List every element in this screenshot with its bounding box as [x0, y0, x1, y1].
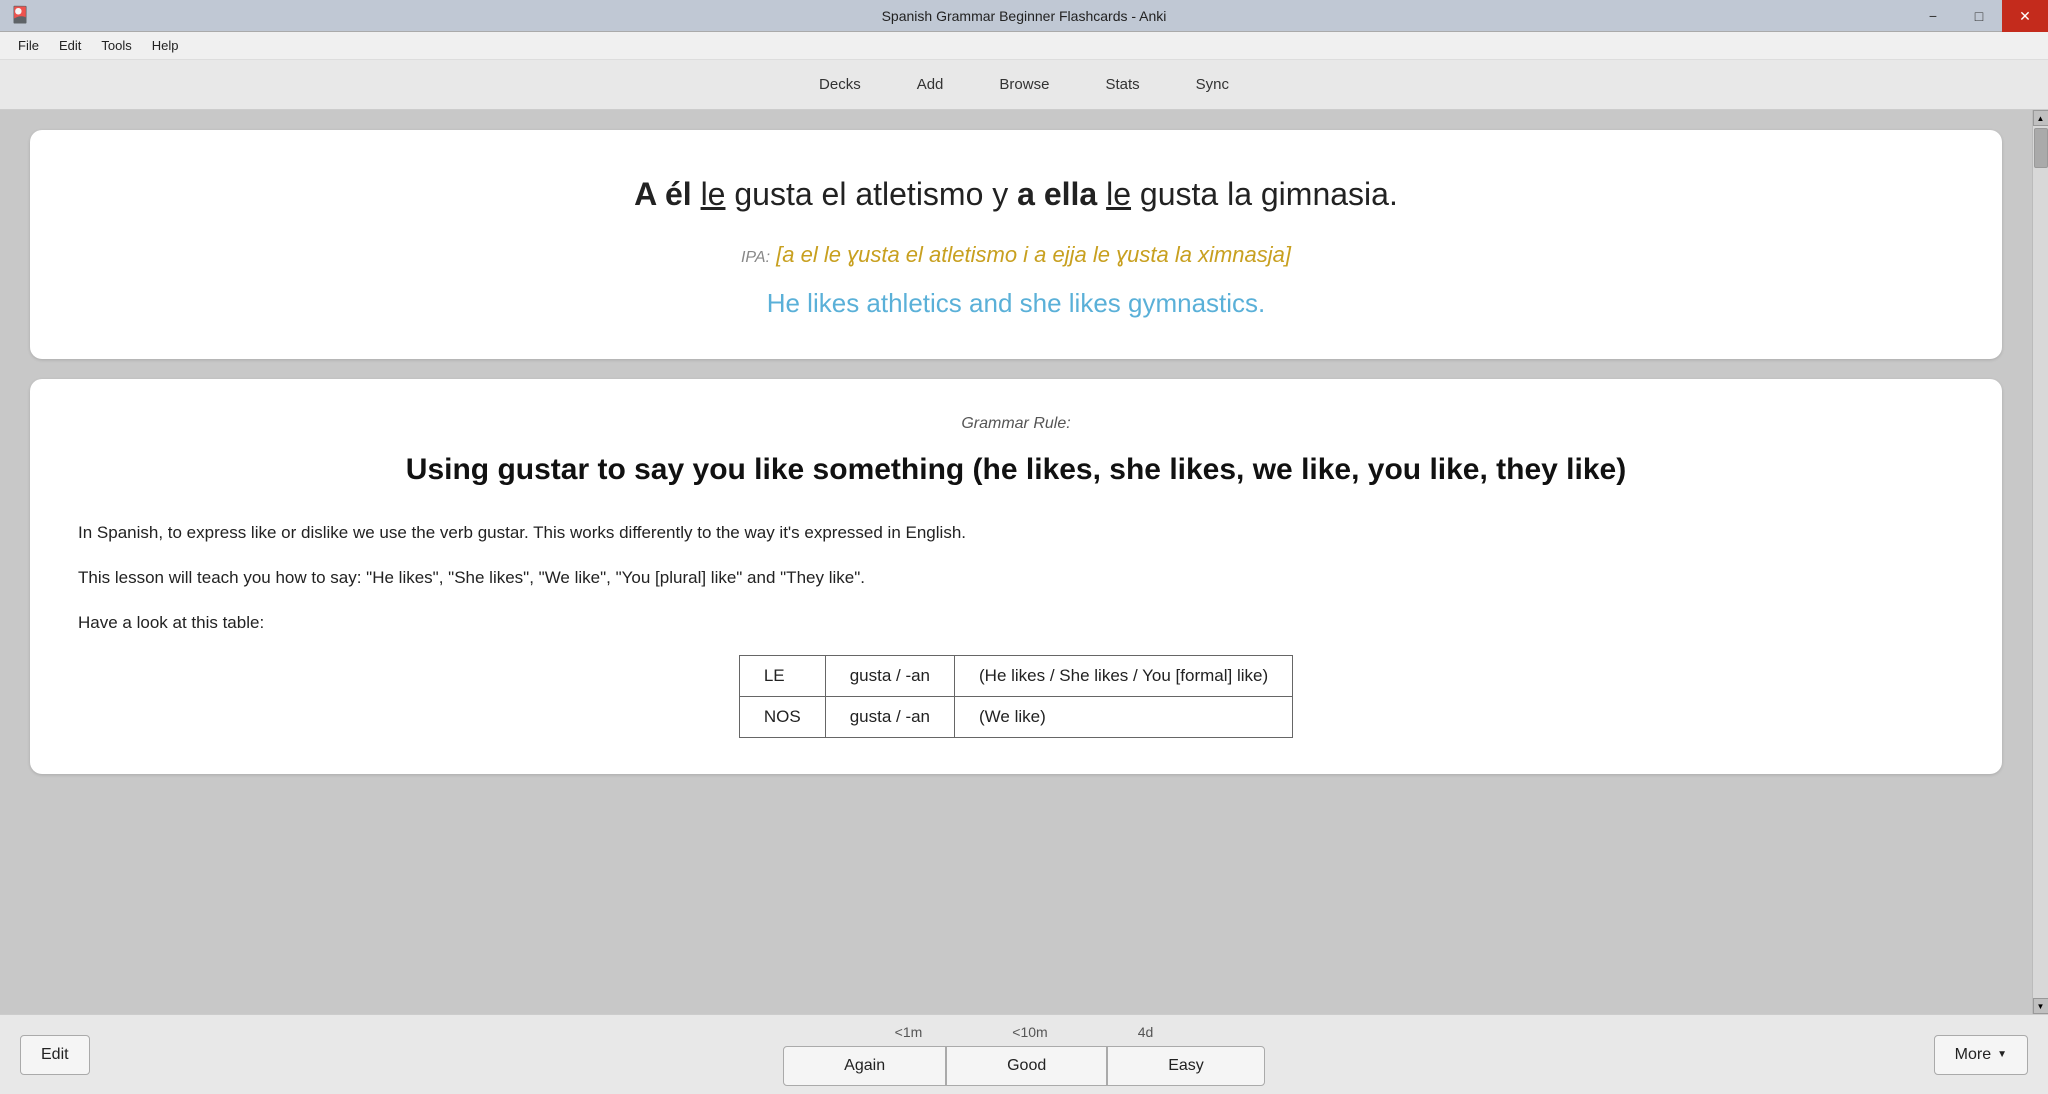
menu-tools[interactable]: Tools [91, 34, 141, 57]
nav-decks[interactable]: Decks [791, 68, 889, 101]
window-title: Spanish Grammar Beginner Flashcards - An… [882, 8, 1167, 24]
sentence-part1: A él le gusta el atletismo y a ella le g… [634, 176, 1398, 212]
again-button[interactable]: Again [783, 1046, 946, 1086]
maximize-button[interactable]: □ [1956, 0, 2002, 32]
grammar-paragraph2: This lesson will teach you how to say: "… [78, 564, 1954, 591]
nav-sync[interactable]: Sync [1168, 68, 1257, 101]
grammar-table: LEgusta / -an(He likes / She likes / You… [739, 655, 1293, 738]
grammar-rule-title: Using gustar to say you like something (… [78, 449, 1954, 491]
title-bar: 🎴 Spanish Grammar Beginner Flashcards - … [0, 0, 2048, 32]
nav-stats[interactable]: Stats [1077, 68, 1167, 101]
grammar-box: Grammar Rule: Using gustar to say you li… [30, 379, 2002, 774]
minimize-button[interactable]: − [1910, 0, 1956, 32]
timing-again: <1m [895, 1024, 923, 1040]
flashcard-ipa: IPA: [a el le ɣusta el atletismo i a ejj… [90, 242, 1942, 268]
grammar-rule-label: Grammar Rule: [78, 415, 1954, 433]
nav-add[interactable]: Add [889, 68, 972, 101]
menu-help[interactable]: Help [142, 34, 189, 57]
menu-bar: File Edit Tools Help [0, 32, 2048, 60]
good-button[interactable]: Good [946, 1046, 1107, 1086]
more-button[interactable]: More ▼ [1934, 1035, 2028, 1075]
flashcard: A él le gusta el atletismo y a ella le g… [30, 130, 2002, 359]
answer-buttons: Again Good Easy [783, 1046, 1265, 1086]
timing-easy: 4d [1138, 1024, 1154, 1040]
grammar-paragraph1: In Spanish, to express like or dislike w… [78, 519, 1954, 546]
flashcard-translation: He likes athletics and she likes gymnast… [90, 288, 1942, 319]
easy-button[interactable]: Easy [1107, 1046, 1265, 1086]
grammar-paragraph3: Have a look at this table: [78, 609, 1954, 636]
menu-edit[interactable]: Edit [49, 34, 91, 57]
table-row: LEgusta / -an(He likes / She likes / You… [739, 655, 1292, 696]
main-area: A él le gusta el atletismo y a ella le g… [0, 110, 2048, 1014]
scrollbar-up-btn[interactable]: ▲ [2033, 110, 2048, 126]
close-button[interactable]: ✕ [2002, 0, 2048, 32]
scrollbar[interactable]: ▲ ▼ [2032, 110, 2048, 1014]
flashcard-sentence: A él le gusta el atletismo y a ella le g… [90, 170, 1942, 218]
menu-file[interactable]: File [8, 34, 49, 57]
timing-row: <1m <10m 4d [895, 1024, 1154, 1040]
more-arrow-icon: ▼ [1997, 1049, 2007, 1060]
nav-bar: Decks Add Browse Stats Sync [0, 60, 2048, 110]
edit-button[interactable]: Edit [20, 1035, 90, 1075]
bottom-bar: Edit <1m <10m 4d Again Good Easy More ▼ [0, 1014, 2048, 1094]
answer-section: <1m <10m 4d Again Good Easy [783, 1024, 1265, 1086]
table-row: NOSgusta / -an(We like) [739, 696, 1292, 737]
app-icon: 🎴 [10, 5, 32, 27]
window-controls: − □ ✕ [1910, 0, 2048, 32]
content-area: A él le gusta el atletismo y a ella le g… [0, 110, 2032, 1014]
nav-browse[interactable]: Browse [971, 68, 1077, 101]
scrollbar-thumb[interactable] [2034, 128, 2048, 168]
scrollbar-down-btn[interactable]: ▼ [2033, 998, 2048, 1014]
more-label: More [1955, 1046, 1991, 1064]
timing-good: <10m [1012, 1024, 1047, 1040]
